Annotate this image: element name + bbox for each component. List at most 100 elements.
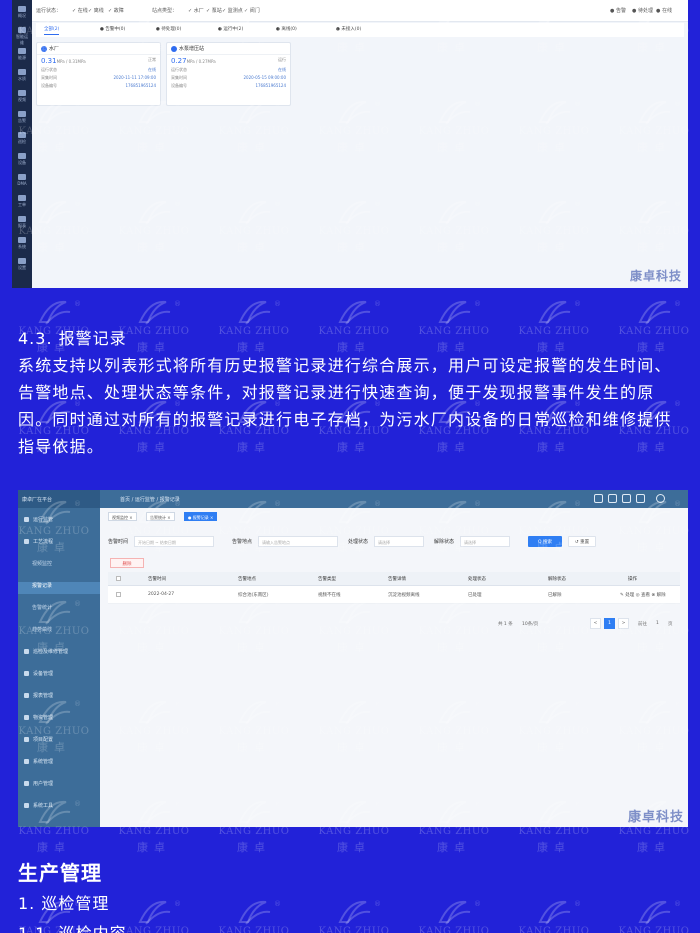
watermark-logo-icon [238,300,271,325]
status-tab[interactable]: ● 未接入(0) [336,26,361,32]
pager-next[interactable]: > [618,618,629,629]
message-icon[interactable] [622,494,631,503]
sidebar-item[interactable]: 设置 [15,258,29,270]
row-actions[interactable]: ✎ 处理 ◎ 查看 ⊗ 解除 [620,592,666,598]
watermark-text: KANG ZHUO [318,326,390,337]
row-value: 2020-05-15 09:00:00 [243,75,286,80]
sidebar-item[interactable]: 巡检 [15,132,29,144]
avatar[interactable] [656,494,665,503]
pager-goto-input[interactable]: 1 [656,621,659,626]
table-header: 告警时间 告警地点 告警类型 告警详情 处理状态 解除状态 操作 [108,572,680,586]
sidebar-icon [18,132,26,138]
sidebar-item[interactable]: 报表管理 [24,692,96,704]
status-tab[interactable]: ● 运行中(2) [218,26,243,32]
column-header: 告警地点 [238,577,256,582]
filter-checkbox[interactable]: ✓ 故障 [108,7,124,14]
release-select[interactable]: 请选择 [460,536,510,547]
sidebar-item[interactable]: 工艺流程 [24,538,96,550]
sidebar-item-label: 能源 [18,55,26,60]
dashboard-filter-bar: 运行状态： ✓ 在线 ✓ 离线 ✓ 故障 站点类型： ✓ 水厂 ✓ 泵站 ✓ 监测点 ✓ 阀门 ●… [32,0,688,22]
filter-bar: 告警时间 开始日期 ~ 结束日期 告警地点 请输入告警地点 处理状态 请选择 解… [108,532,680,552]
sidebar-item[interactable]: 系统管理 [24,758,96,770]
sidebar-item[interactable]: DMA [15,174,29,186]
sidebar-item[interactable]: 能源 [15,48,29,60]
station-card[interactable]: 水泵增压站 0.27MPa / 0.27MPa 运行 运行状态 在线 采集时间 2020-0… [166,42,291,106]
search-button[interactable]: Q 搜索 [528,536,562,547]
sidebar-item[interactable]: 系统 [15,237,29,249]
place-input[interactable]: 请输入告警地点 [258,536,338,547]
sidebar-item[interactable]: 系统工具 [24,802,96,814]
row-checkbox[interactable] [116,592,121,597]
sidebar-item[interactable]: 报警记录 [18,582,100,594]
sidebar-item-label: 告警 [18,118,26,123]
delete-button[interactable]: 删除 [110,558,144,568]
watermark: KANG ZHUO康卓® [214,298,294,358]
pager-prev[interactable]: < [590,618,601,629]
font-size-icon[interactable] [636,494,645,503]
status-tab[interactable]: ● 待处理(0) [156,26,181,32]
filter-checkbox[interactable]: ✓ 在线 [72,7,88,14]
brand-label: 康卓科技 [629,269,682,283]
page-tab[interactable]: ● 报警记录 × [184,512,218,521]
pager-size-select[interactable]: 10条/页 [522,621,538,627]
sidebar-item[interactable]: 趋势曲线 [32,626,104,638]
sidebar-item[interactable]: 设备 [15,153,29,165]
sidebar-item[interactable]: 项目配置 [24,736,96,748]
sidebar-item[interactable]: 视频 [15,90,29,102]
registered-mark: ® [674,300,681,308]
status-tab[interactable]: ● 告警中(0) [100,26,125,32]
sidebar-item[interactable]: 视频监控 [32,560,104,572]
sidebar-item[interactable]: 水质 [15,69,29,81]
status-tab[interactable]: ● 离线(0) [276,26,297,32]
sidebar-item[interactable]: 报表 [15,216,29,228]
sidebar-item[interactable]: 工单 [15,195,29,207]
status-select[interactable]: 请选择 [374,536,424,547]
watermark-text: 康卓 [237,841,271,854]
section-paragraph: 系统支持以列表形式将所有历史报警记录进行综合展示，用户可设定报警的发生时间、告警… [18,356,672,456]
fullscreen-icon[interactable] [608,494,617,503]
filter-checkbox[interactable]: ✓ 泵站 [206,7,222,14]
sidebar-item-label: 水质 [18,76,26,81]
sidebar-item[interactable]: 运行监管 [24,516,96,528]
filter-checkbox[interactable]: ✓ 监测点 [222,7,243,14]
reset-button[interactable]: ↺ 重置 [568,536,596,547]
pager-current[interactable]: 1 [604,618,615,629]
sidebar-item[interactable]: 设备管理 [24,670,96,682]
sidebar-item-label: 设备 [18,160,26,165]
column-header: 解除状态 [548,577,566,582]
table-row[interactable]: 2022-04-27 综合池(东南区) 视频不在线 沉淀池视频离线 已处理 已解除 ✎ 处理… [108,586,680,604]
filter-checkbox[interactable]: ✓ 离线 [88,7,104,14]
sidebar-item[interactable]: 概况 [15,6,29,18]
sidebar-item[interactable]: 告警 [15,111,29,123]
sidebar-item-label: 趋势曲线 [32,627,53,633]
filter-checkbox[interactable]: ✓ 阀门 [244,7,260,14]
place-label: 告警地点 [232,539,253,545]
sidebar-icon [18,111,26,117]
time-range-input[interactable]: 开始日期 ~ 结束日期 [134,536,214,547]
sidebar-item[interactable]: 物资管理 [24,714,96,726]
sidebar-item-label: 工艺流程 [33,539,54,545]
pressure-unit: MPa / 0.27MPa [186,59,216,64]
watermark-text: KANG ZHUO [418,926,490,933]
page-tab[interactable]: 视频监控 × [108,512,137,521]
search-icon[interactable] [594,494,603,503]
sidebar-item[interactable]: 告警统计 [32,604,104,616]
sidebar-item-label: 概况 [18,13,26,18]
station-card[interactable]: 水厂 0.31MPa / 0.31MPa 正常 运行状态 在线 采集时间 2020-11-1… [36,42,161,106]
status-tab[interactable]: 全部(2) [44,26,60,35]
watermark-logo-icon [538,300,571,325]
card-row: 采集时间 2020-11-11 17:09:00 [37,75,160,83]
registered-mark: ® [374,900,381,908]
sidebar-item[interactable]: 用户管理 [24,780,96,792]
registered-mark: ® [274,900,281,908]
filter-checkbox[interactable]: ✓ 水厂 [188,7,204,14]
row-value: 在线 [148,67,156,72]
card-row: 采集时间 2020-05-15 09:00:00 [167,75,290,83]
page-tab[interactable]: 告警统计 × [146,512,175,521]
breadcrumb: 首页 / 运行监管 / 报警记录 [120,497,180,503]
section-heading: 4.3. 报警记录 [18,329,127,348]
sidebar-item[interactable]: 智能运维 [15,27,29,45]
watermark-text: KANG ZHUO [18,826,90,837]
select-all-checkbox[interactable] [116,576,121,581]
sidebar-item[interactable]: 巡检及维修管理 [24,648,96,660]
